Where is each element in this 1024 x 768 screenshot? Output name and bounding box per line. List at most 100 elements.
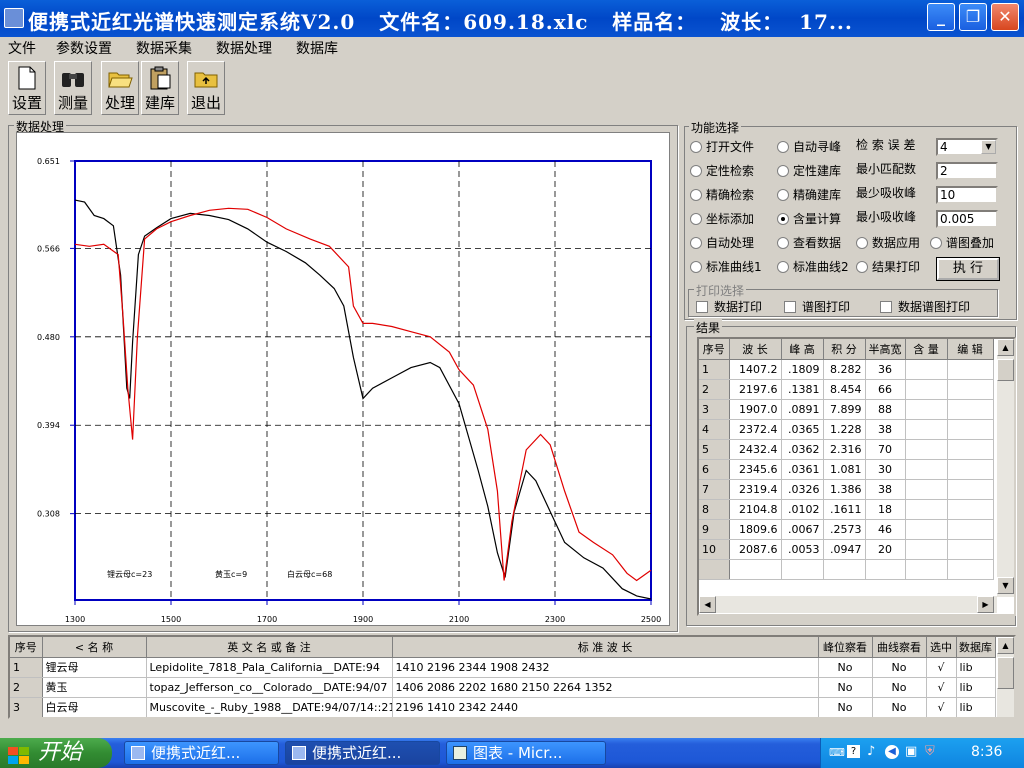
radio-auto-process[interactable]: 自动处理 [690,234,754,251]
scroll-down-icon[interactable]: ▼ [997,577,1014,594]
start-button[interactable]: 开始 [0,738,112,768]
min-peaks-input[interactable]: 10 [936,186,998,204]
x-tick-label: 1500 [161,615,181,624]
min-match-input[interactable]: 2 [936,162,998,180]
column-header[interactable]: 含 量 [905,339,948,360]
radio-qualitative-search[interactable]: 定性检索 [690,162,754,179]
table-row[interactable]: 3 白云母 Muscovite_-_Ruby_1988__DATE:94/07/14… [10,697,996,717]
column-header[interactable]: 英 文 名 或 备 注 [146,637,393,658]
radio-view-data[interactable]: 查看数据 [777,234,841,251]
radio-standard-curve-2[interactable]: 标准曲线2 [777,258,849,275]
table-row[interactable]: 3 1907.0.0891 7.899 88 [699,399,994,420]
network-icon[interactable]: ▣ [905,744,917,759]
chevron-down-icon[interactable]: ▼ [981,140,996,154]
results-vscroll[interactable]: ▲ ▼ [997,339,1014,597]
table-cell: √ [926,677,957,698]
table-row[interactable] [699,559,994,580]
table-cell [947,419,994,440]
column-header[interactable]: 积 分 [823,339,866,360]
radio-precise-build[interactable]: 精确建库 [777,186,841,203]
build-library-button[interactable]: 建库 [141,61,179,115]
menu-processing[interactable]: 数据处理 [216,38,272,58]
column-header[interactable]: < 名 称 [42,637,147,658]
maximize-button[interactable]: ❐ [959,3,987,31]
scroll-thumb[interactable] [997,657,1014,689]
taskbar-item-app-2[interactable]: 便携式近红... [285,741,440,765]
table-cell: .0102 [781,499,824,520]
library-grid[interactable]: 序号 < 名 称英 文 名 或 备 注标 准 波 长峰位察看 曲线察看 选中 数据库 1… [8,635,1016,719]
table-cell [905,359,948,380]
table-row[interactable]: 8 2104.8.0102.1611 18 [699,499,994,520]
column-header[interactable]: 序号 [10,637,43,658]
radio-coordinate-add[interactable]: 坐标添加 [690,210,754,227]
table-row[interactable]: 6 2345.6.0361 1.081 30 [699,459,994,480]
table-row[interactable]: 4 2372.4.0365 1.228 38 [699,419,994,440]
column-header[interactable]: 数据库 [956,637,996,658]
settings-button[interactable]: 设置 [8,61,46,115]
table-cell: 1.228 [823,419,866,440]
menu-database[interactable]: 数据库 [296,38,338,58]
radio-content-calc[interactable]: 含量计算 [777,210,841,227]
table-row[interactable]: 1 锂云母 Lepidolite_7818_Pala_California__DAT… [10,657,996,678]
exit-button[interactable]: 退出 [187,61,225,115]
scroll-left-icon[interactable]: ◀ [699,596,716,613]
table-row[interactable]: 7 2319.4.0326 1.386 38 [699,479,994,500]
close-button[interactable]: ✕ [991,3,1019,31]
menu-acquisition[interactable]: 数据采集 [136,38,192,58]
radio-qualitative-build[interactable]: 定性建库 [777,162,841,179]
column-header[interactable]: 峰位察看 [818,637,873,658]
table-row[interactable]: 10 2087.6.0053.0947 20 [699,539,994,560]
radio-standard-curve-1[interactable]: 标准曲线1 [690,258,762,275]
column-header[interactable]: 标 准 波 长 [392,637,819,658]
scroll-up-icon[interactable]: ▲ [997,339,1014,356]
scroll-up-icon[interactable]: ▲ [997,637,1014,654]
data-print-checkbox[interactable]: 数据打印 [696,298,762,315]
radio-data-apply[interactable]: 数据应用 [856,234,920,251]
spectrum-print-checkbox[interactable]: 谱图打印 [784,298,850,315]
table-cell: 1907.0 [729,399,782,420]
table-cell: √ [926,697,957,717]
column-header[interactable]: 选中 [926,637,957,658]
radio-auto-peak[interactable]: 自动寻峰 [777,138,841,155]
security-shield-icon[interactable]: ⛨ [925,744,935,759]
results-grid[interactable]: 序号波 长峰 高积 分半高宽含 量编 辑 1 1407.2.1809 8.282 36… [697,337,1016,616]
back-icon[interactable]: ◀ [885,745,899,759]
help-icon[interactable]: ? [847,745,860,758]
menu-parameters[interactable]: 参数设置 [56,38,112,58]
speaker-icon[interactable]: ♪ [867,744,875,759]
measure-button[interactable]: 测量 [54,61,92,115]
scroll-thumb[interactable] [997,359,1014,381]
column-header[interactable]: 曲线察看 [872,637,927,658]
table-cell: 66 [865,379,906,400]
keyboard-icon[interactable]: ⌨ [829,746,845,759]
min-peak-height-input[interactable]: 0.005 [936,210,998,228]
process-button[interactable]: 处理 [101,61,139,115]
radio-open-file[interactable]: 打开文件 [690,138,754,155]
table-row[interactable]: 9 1809.6.0067.2573 46 [699,519,994,540]
column-header[interactable]: 半高宽 [865,339,906,360]
table-row[interactable]: 2 2197.6.1381 8.454 66 [699,379,994,400]
table-row[interactable]: 1 1407.2.1809 8.282 36 [699,359,994,380]
radio-spectrum-overlay[interactable]: 谱图叠加 [930,234,994,251]
taskbar-item-app-1[interactable]: 便携式近红... [124,741,279,765]
spectrum-plot[interactable]: 1300 1500 1700 1900 2100 2300 2500 0.651 0.566 0.… [16,132,670,626]
table-row[interactable]: 5 2432.4.0362 2.316 70 [699,439,994,460]
column-header[interactable]: 序号 [699,339,730,360]
taskbar-item-chart[interactable]: 图表 - Micr... [446,741,606,765]
column-header[interactable]: 峰 高 [781,339,824,360]
x-tick-label: 2500 [641,615,661,624]
table-row[interactable]: 2 黄玉 topaz_Jefferson_co__Colorado__DATE:94… [10,677,996,698]
column-header[interactable]: 波 长 [729,339,782,360]
scroll-right-icon[interactable]: ▶ [977,596,994,613]
execute-button[interactable]: 执 行 [936,257,1000,281]
search-error-select[interactable]: 4 ▼ [936,138,998,156]
radio-precise-search[interactable]: 精确检索 [690,186,754,203]
minimize-button[interactable]: _ [927,3,955,31]
radio-result-print[interactable]: 结果打印 [856,258,920,275]
column-header[interactable]: 编 辑 [947,339,994,360]
library-vscroll[interactable]: ▲ [997,637,1014,717]
menu-file[interactable]: 文件 [8,38,36,58]
results-hscroll[interactable]: ◀ ▶ [699,596,997,613]
data-spectrum-print-checkbox[interactable]: 数据谱图打印 [880,298,970,315]
app-icon[interactable] [4,8,24,28]
